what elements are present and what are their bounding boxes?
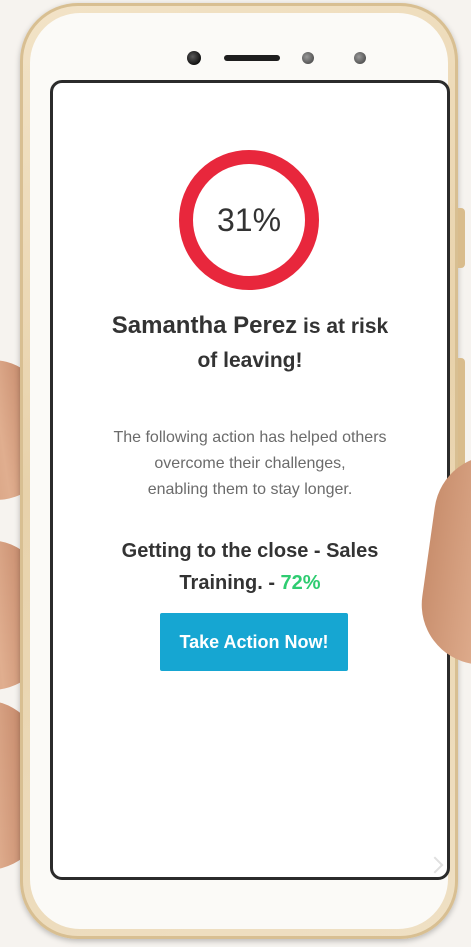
photo-scene: 31% Samantha Perez is at risk of leaving… <box>0 0 471 947</box>
proximity-sensor-icon <box>302 52 314 64</box>
phone-screen: 31% Samantha Perez is at risk of leaving… <box>50 80 450 880</box>
risk-headline-suffix: is at risk <box>303 315 389 338</box>
resize-corner-icon <box>426 856 444 874</box>
phone-bezel: 31% Samantha Perez is at risk of leaving… <box>30 13 450 929</box>
employee-name: Samantha Perez <box>111 312 298 339</box>
phone-top-sensors <box>30 49 448 69</box>
power-button <box>458 358 465 478</box>
description-line: overcome their challenges, <box>154 455 346 472</box>
risk-headline-line2: of leaving! <box>197 349 303 372</box>
recommended-action: Getting to the close - Sales Training. -… <box>53 535 447 599</box>
risk-headline: Samantha Perez is at risk of leaving! <box>53 309 447 378</box>
phone-frame: 31% Samantha Perez is at risk of leaving… <box>20 3 465 939</box>
take-action-button[interactable]: Take Action Now! <box>160 613 348 671</box>
action-description: The following action has helped others o… <box>53 425 447 503</box>
risk-percentage: 31% <box>216 202 282 238</box>
action-title: Getting to the close - Sales <box>121 540 379 562</box>
earpiece-speaker <box>224 55 280 61</box>
description-line: The following action has helped others <box>113 429 387 446</box>
action-title-cont: Training. - <box>179 572 275 594</box>
description-line: enabling them to stay longer. <box>147 481 353 498</box>
light-sensor-icon <box>354 52 366 64</box>
risk-meter: 31% <box>176 147 322 293</box>
success-rate: 72% <box>280 572 321 594</box>
volume-button <box>458 208 465 268</box>
front-camera-icon <box>187 51 201 65</box>
